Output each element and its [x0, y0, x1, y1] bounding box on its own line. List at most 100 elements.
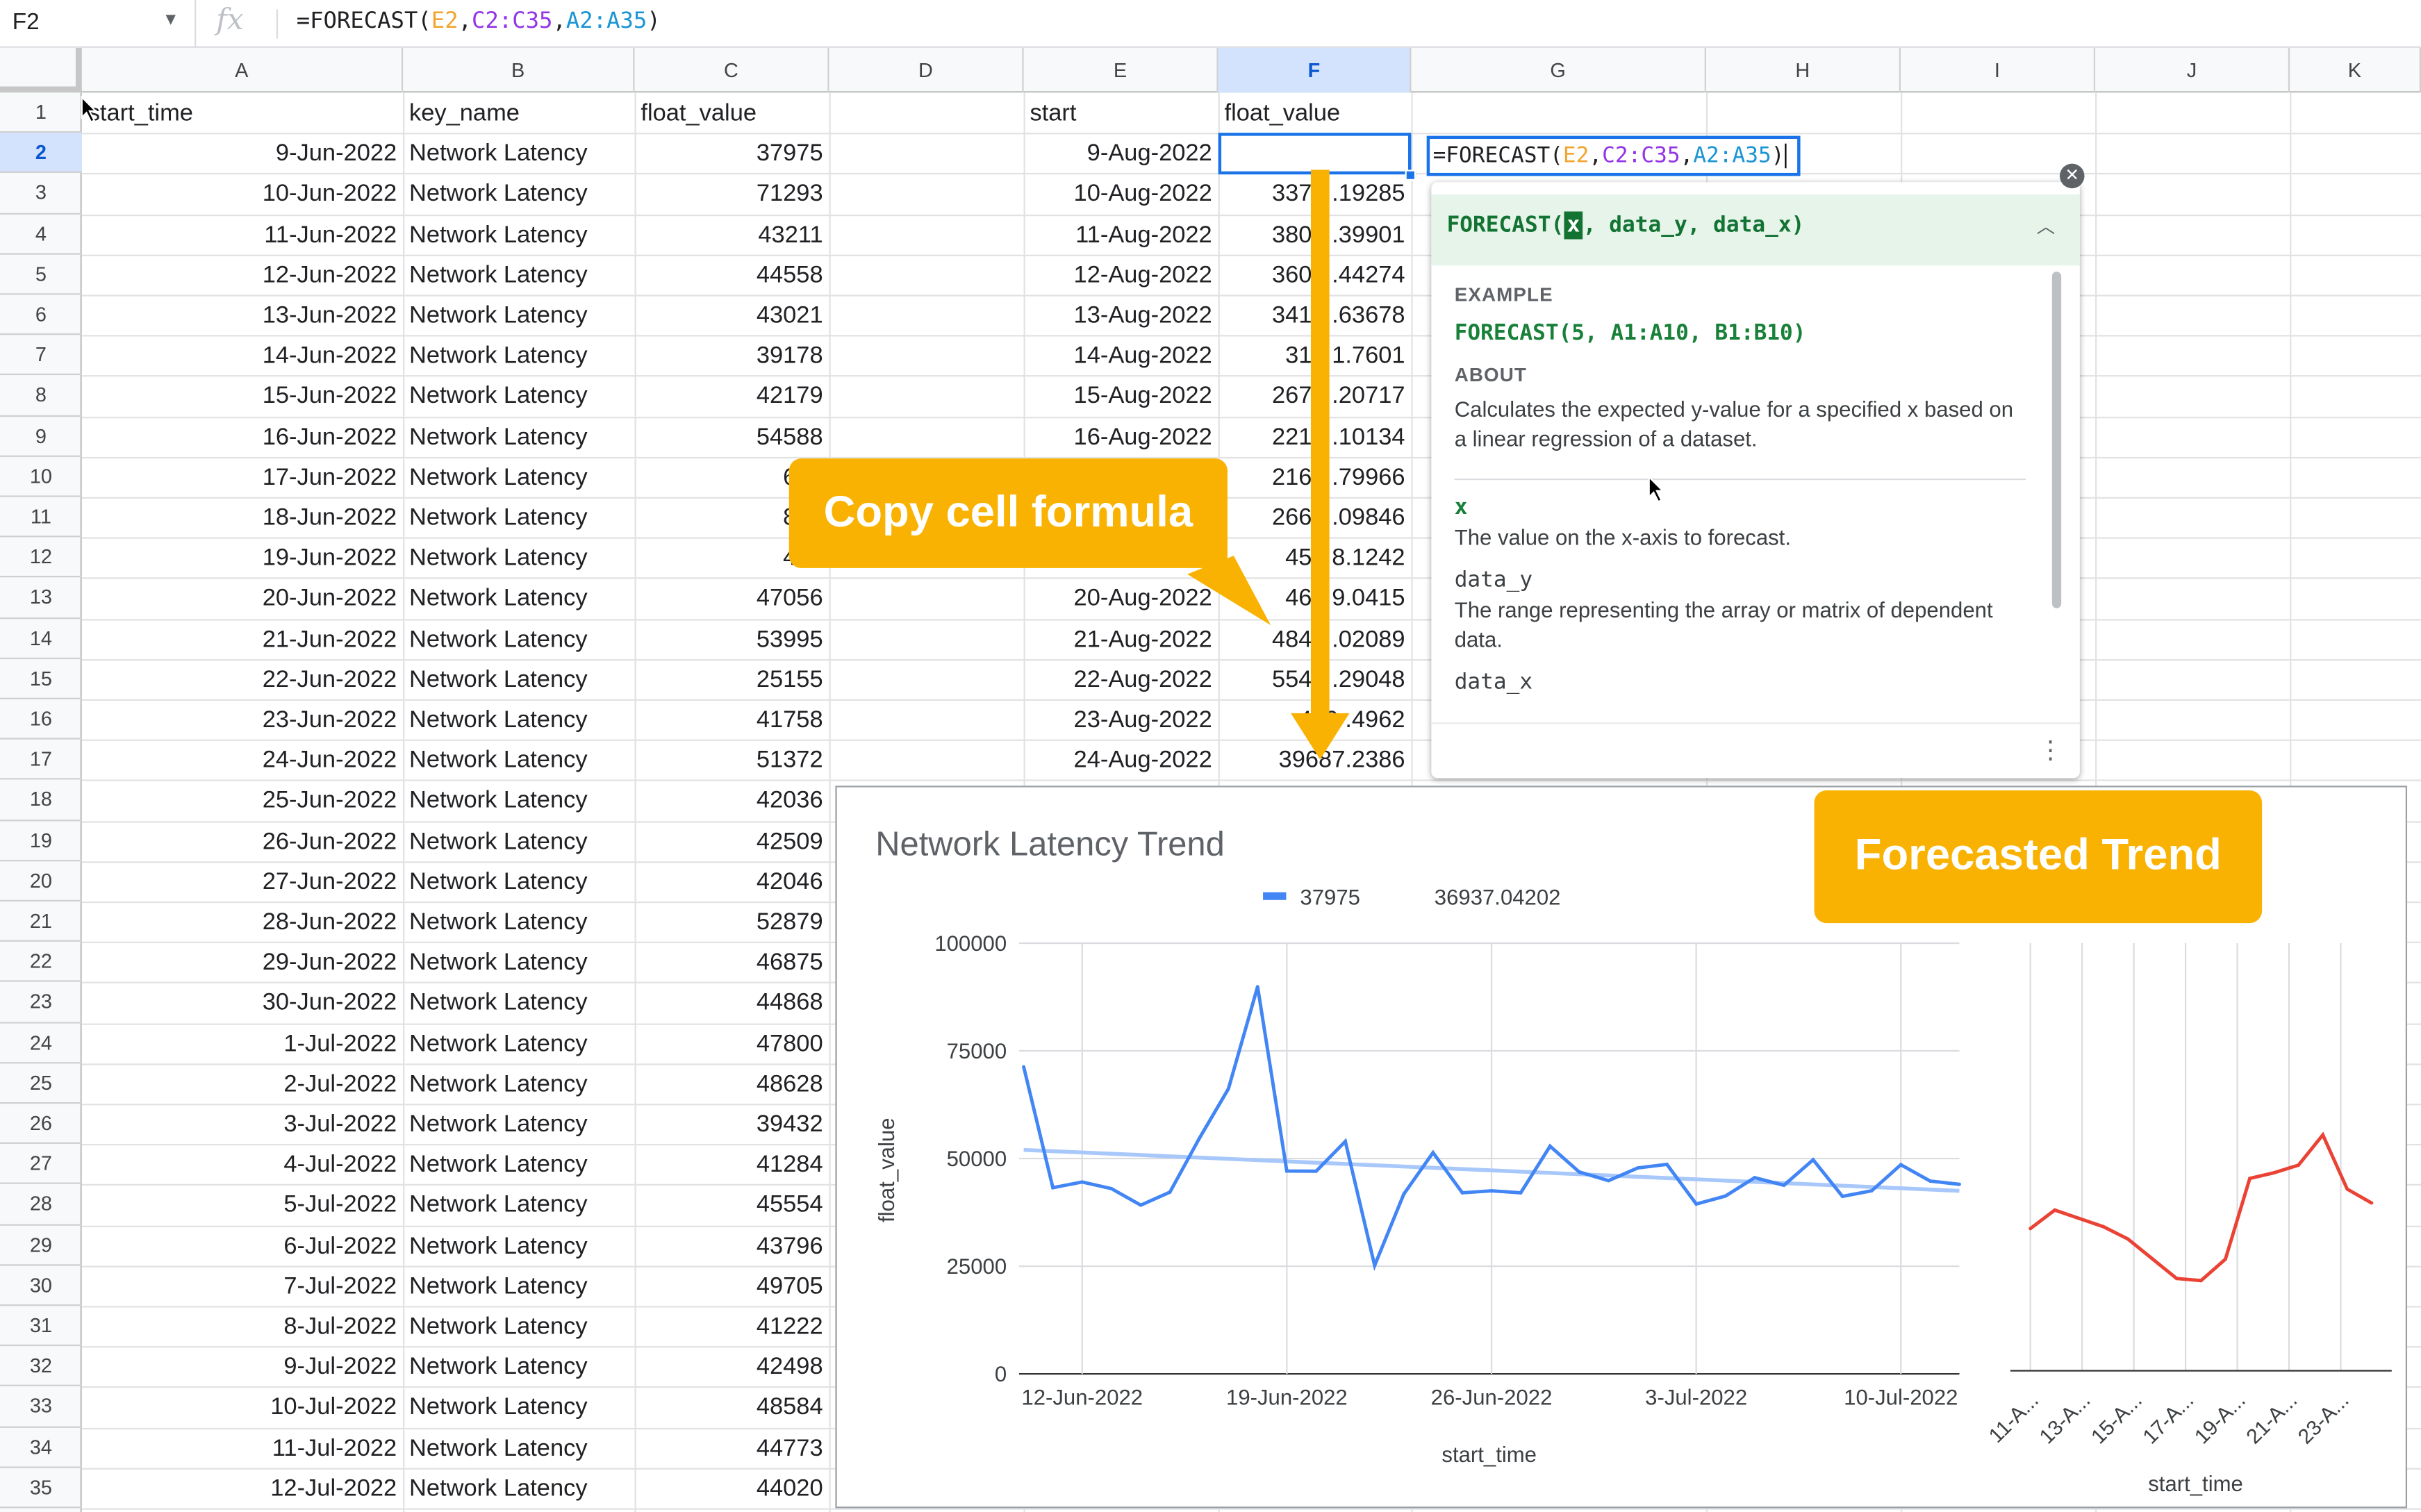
x-tick-label: 13-A...	[2035, 1389, 2095, 1449]
data-point	[2297, 1163, 2301, 1168]
data-point	[1489, 1189, 1494, 1193]
data-point	[2150, 1256, 2154, 1261]
formula-help-panel: FORECAST(x, data_y, data_x) ︿ EXAMPLE FO…	[1431, 182, 2080, 779]
data-point	[1344, 1139, 1348, 1143]
data-point	[1577, 1170, 1581, 1174]
data-point	[1080, 1180, 1084, 1184]
data-point	[1665, 1163, 1669, 1167]
data-point	[2077, 1216, 2081, 1220]
x-tick-label: 21-A...	[2242, 1389, 2302, 1449]
data-point	[1460, 1191, 1464, 1195]
data-point	[1431, 1151, 1435, 1154]
about-text: Calculates the expected y-value for a sp…	[1454, 397, 2014, 451]
help-divider	[1454, 479, 2026, 481]
data-point	[2370, 1201, 2374, 1205]
data-point	[1314, 1169, 1318, 1173]
data-point	[2199, 1279, 2203, 1283]
signature-rest: , data_y, data_x)	[1583, 213, 1805, 238]
legend-label: 37975	[1300, 885, 1360, 909]
x-tick-label: 17-A...	[2139, 1389, 2199, 1449]
data-point	[2321, 1133, 2325, 1137]
spreadsheet-window: F2 ▼ fx =FORECAST(E2,C2:C35,A2:A35) ABCD…	[0, 0, 2421, 1512]
chart-title: Network Latency Trend	[875, 825, 1225, 863]
data-point	[1840, 1195, 1844, 1198]
param-desc: The range representing the array or matr…	[1454, 597, 1993, 651]
data-point	[1197, 1137, 1201, 1141]
help-body: EXAMPLE FORECAST(5, A1:A10, B1:B10) ABOU…	[1431, 265, 2049, 722]
data-point	[1928, 1179, 1932, 1183]
data-point	[2248, 1177, 2251, 1181]
data-point	[1782, 1183, 1786, 1187]
param-desc: The value on the x-axis to forecast.	[1454, 524, 1791, 550]
x-tick-label: 3-Jul-2022	[1645, 1386, 1747, 1410]
more-vert-icon[interactable]: ⋮	[2038, 735, 2063, 765]
callout-forecast-trend: Forecasted Trend	[1814, 790, 2263, 924]
help-footer	[1431, 722, 2080, 778]
data-point	[2028, 1227, 2033, 1231]
data-point	[2223, 1257, 2227, 1261]
param-name: data_y	[1454, 567, 1533, 593]
param-name: x	[1454, 495, 1468, 521]
data-point	[1753, 1176, 1757, 1180]
x-tick-label: 19-Jun-2022	[1226, 1386, 1348, 1410]
data-point	[2345, 1187, 2349, 1191]
formula-signature[interactable]: FORECAST(x, data_y, data_x)	[1431, 194, 2080, 266]
x-tick-label: 19-A...	[2190, 1389, 2250, 1449]
data-point	[1168, 1190, 1172, 1195]
data-point	[1402, 1192, 1406, 1196]
x-tick-label: 23-A...	[2294, 1389, 2354, 1449]
x-tick-label: 11-A...	[1985, 1389, 2043, 1447]
data-point	[1109, 1186, 1114, 1190]
data-point	[1373, 1263, 1377, 1268]
legend-swatch	[1263, 892, 1287, 900]
data-point	[2053, 1208, 2057, 1212]
data-point	[1284, 1169, 1289, 1173]
signature-function: FORECAST(	[1446, 213, 1564, 238]
legend-label: 36937.04202	[1435, 885, 1561, 909]
data-point	[1811, 1158, 1815, 1162]
callout-copy-formula: Copy cell formula	[788, 458, 1228, 568]
x-tick-label: 12-Jun-2022	[1021, 1386, 1143, 1410]
data-point	[1899, 1163, 1903, 1167]
x-tick-label: 26-Jun-2022	[1431, 1386, 1553, 1410]
signature-current-arg: x	[1564, 211, 1583, 240]
data-point	[1022, 1065, 1026, 1069]
copy-arrow-head	[1291, 713, 1350, 760]
y-tick-label: 100000	[934, 931, 1007, 956]
data-point	[1724, 1194, 1728, 1198]
data-point	[1051, 1186, 1055, 1190]
y-tick-label: 0	[995, 1362, 1007, 1386]
y-tick-label: 25000	[947, 1254, 1007, 1279]
data-point	[1694, 1202, 1699, 1206]
data-point	[2272, 1171, 2277, 1175]
copy-arrow-shaft	[1310, 169, 1330, 720]
data-point	[1548, 1144, 1552, 1148]
data-point	[2126, 1237, 2130, 1241]
y-tick-label: 75000	[947, 1039, 1007, 1063]
data-point	[1636, 1166, 1639, 1170]
example-formula: FORECAST(5, A1:A10, B1:B10)	[1454, 321, 1806, 346]
x-axis-label: start_time	[2148, 1472, 2243, 1496]
data-point	[1869, 1189, 1874, 1193]
mouse-cursor-icon	[1648, 475, 1665, 503]
data-point	[1226, 1087, 1230, 1091]
param-name: data_x	[1454, 670, 1533, 695]
close-circle-icon[interactable]: ✕	[2059, 163, 2085, 189]
y-axis-label: float_value	[875, 1118, 899, 1222]
mouse-cursor-icon	[81, 95, 98, 124]
data-point	[1255, 985, 1259, 989]
data-point	[1139, 1203, 1143, 1207]
help-scrollbar[interactable]	[2051, 272, 2062, 608]
data-point	[1519, 1190, 1523, 1195]
data-point	[2174, 1277, 2179, 1281]
data-point	[1958, 1182, 1961, 1186]
about-label: ABOUT	[1454, 364, 1528, 386]
x-tick-label: 15-A...	[2087, 1389, 2147, 1449]
x-tick-label: 10-Jul-2022	[1844, 1386, 1958, 1410]
data-point	[2101, 1224, 2106, 1229]
x-axis-label: start_time	[1441, 1443, 1537, 1467]
data-point	[1606, 1179, 1610, 1183]
y-tick-label: 50000	[947, 1147, 1007, 1171]
chevron-up-icon[interactable]: ︿	[2037, 213, 2056, 240]
example-label: EXAMPLE	[1454, 283, 1553, 306]
